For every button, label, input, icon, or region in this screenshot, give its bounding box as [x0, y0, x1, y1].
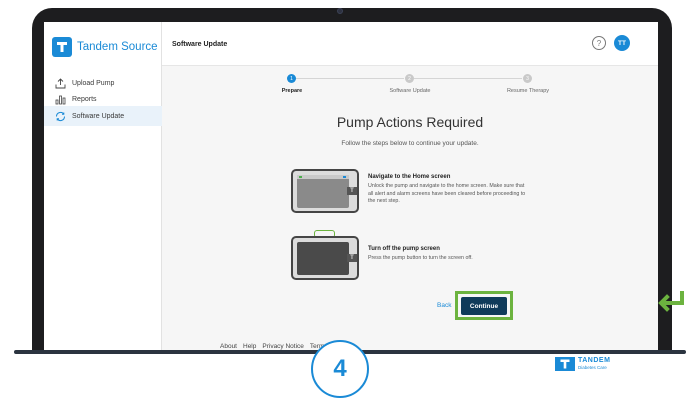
upload-icon [54, 77, 66, 89]
footer-link-privacy[interactable]: Privacy Notice [262, 343, 304, 350]
refresh-icon [54, 110, 66, 122]
enter-arrow-icon [658, 291, 684, 312]
top-bar: Software Update ? TT [162, 22, 658, 66]
tandem-brand: TANDEM Diabetes Care [555, 357, 610, 371]
footer-link-about[interactable]: About [220, 343, 237, 350]
tutorial-stage: Tandem Source Upload Pump Reports Softwa… [0, 0, 700, 403]
step-title-screen-off: Turn off the pump screen [368, 246, 440, 252]
sidebar-item-label: Reports [72, 95, 97, 103]
brand-name: TANDEM [578, 357, 611, 364]
bar-chart-icon [54, 93, 66, 105]
step-1-label: Prepare [281, 88, 303, 94]
sidebar-item-software-update[interactable]: Software Update [44, 106, 162, 126]
page-title: Software Update [172, 41, 228, 48]
pump-home-screen-illustration: T [291, 169, 359, 213]
sidebar-item-label: Upload Pump [72, 79, 115, 87]
step-3-dot: 3 [523, 74, 532, 83]
step-title-home: Navigate to the Home screen [368, 174, 451, 180]
step-2-dot: 2 [405, 74, 414, 83]
avatar[interactable]: TT [614, 35, 630, 51]
step-3-label: Resume Therapy [506, 88, 550, 94]
back-button[interactable]: Back [437, 302, 451, 309]
continue-button[interactable]: Continue [461, 297, 507, 315]
step-text-home: Unlock the pump and navigate to the home… [368, 183, 526, 204]
stepper-line [414, 78, 522, 79]
sidebar-item-label: Software Update [72, 112, 125, 120]
pump-t-button-icon: T [347, 254, 357, 262]
tutorial-step-badge: 4 [311, 340, 369, 398]
step-text-screen-off: Press the pump button to turn the screen… [368, 255, 473, 261]
brand-name: Tandem Source [77, 41, 158, 53]
app-screen: Tandem Source Upload Pump Reports Softwa… [44, 22, 658, 353]
pump-screen-off [297, 242, 349, 275]
step-1-dot: 1 [287, 74, 296, 83]
pump-off-screen-illustration: T [291, 236, 359, 280]
progress-stepper: 1 2 3 Prepare Software Update Resume The… [162, 66, 658, 114]
sidebar: Tandem Source Upload Pump Reports Softwa… [44, 22, 162, 353]
brand-logo[interactable]: Tandem Source [52, 37, 158, 57]
tandem-logo-icon [555, 357, 575, 371]
help-icon[interactable]: ? [592, 36, 606, 50]
stepper-line [296, 78, 404, 79]
pump-t-button-icon: T [347, 187, 357, 195]
tandem-logo-icon [52, 37, 72, 57]
brand-subtitle: Diabetes Care [578, 365, 607, 370]
footer-link-help[interactable]: Help [243, 343, 256, 350]
pump-screen [297, 175, 349, 208]
camera-icon [337, 8, 343, 14]
main-subtitle: Follow the steps below to continue your … [341, 140, 479, 147]
main-title: Pump Actions Required [336, 114, 484, 130]
step-2-label: Software Update [389, 88, 431, 94]
